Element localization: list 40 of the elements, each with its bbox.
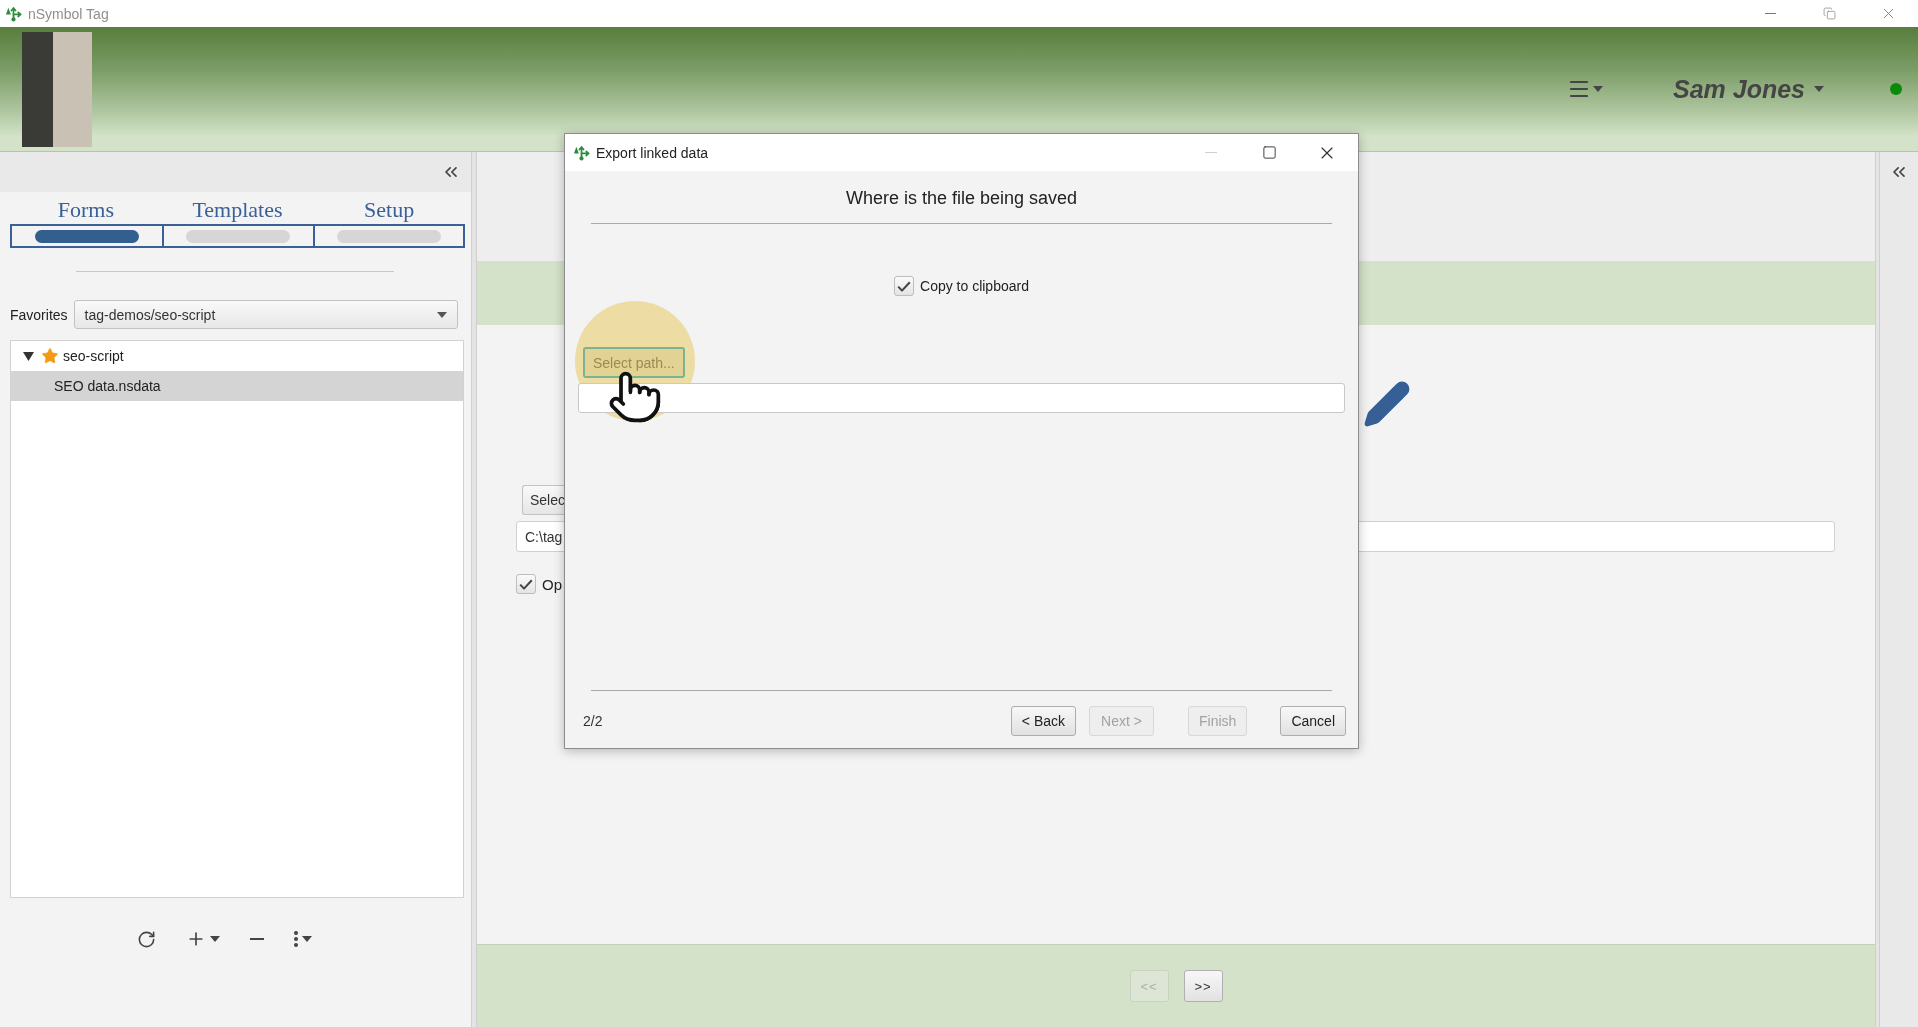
caret-icon: [436, 311, 447, 318]
window-title: nSymbol Tag: [28, 5, 109, 22]
dialog-heading: Where is the file being saved: [844, 187, 1079, 210]
tree-item[interactable]: SEO data.nsdata: [11, 371, 463, 401]
favorites-dropdown[interactable]: tag-demos/seo-script: [73, 300, 458, 329]
restore-icon: [1823, 7, 1836, 20]
caret-icon: [302, 936, 312, 942]
expanded-arrow-icon[interactable]: [23, 350, 34, 362]
dialog-title: Export linked data: [596, 144, 709, 161]
checkbox[interactable]: [894, 276, 914, 296]
minimize-icon: [1765, 13, 1776, 14]
app-logo-icon: [573, 144, 590, 161]
caret-icon: [1814, 86, 1824, 92]
step-counter: 2/2: [583, 713, 603, 729]
minus-icon: [250, 938, 264, 940]
minimize-icon: [1205, 152, 1217, 153]
refresh-button[interactable]: [137, 929, 156, 949]
cancel-button[interactable]: Cancel: [1280, 706, 1346, 736]
app-logo-icon: [5, 5, 22, 22]
tree-item[interactable]: seo-script: [11, 341, 463, 371]
tab[interactable]: Setup: [313, 196, 465, 248]
check-icon: [519, 578, 533, 590]
more-button[interactable]: [294, 931, 312, 947]
back-button[interactable]: < Back: [1010, 706, 1077, 736]
maximize-icon: [1261, 145, 1277, 160]
checkbox-label: Op: [542, 575, 562, 593]
user-menu-button[interactable]: Sam Jones: [1673, 74, 1824, 104]
checkbox[interactable]: [516, 574, 536, 594]
favorites-label: Favorites: [10, 306, 68, 323]
checkbox-label: Copy to clipboard: [920, 278, 1029, 294]
caret-icon: [1593, 86, 1603, 92]
check-icon: [897, 280, 911, 292]
tab[interactable]: Forms: [10, 196, 162, 248]
more-icon: [294, 931, 298, 947]
caret-icon: [210, 936, 220, 942]
refresh-icon: [137, 929, 156, 949]
pencil-icon: [1362, 379, 1412, 429]
next-page-button[interactable]: >>: [1183, 970, 1223, 1002]
hand-pointer-icon: [607, 369, 663, 425]
tab[interactable]: Templates: [161, 196, 314, 248]
